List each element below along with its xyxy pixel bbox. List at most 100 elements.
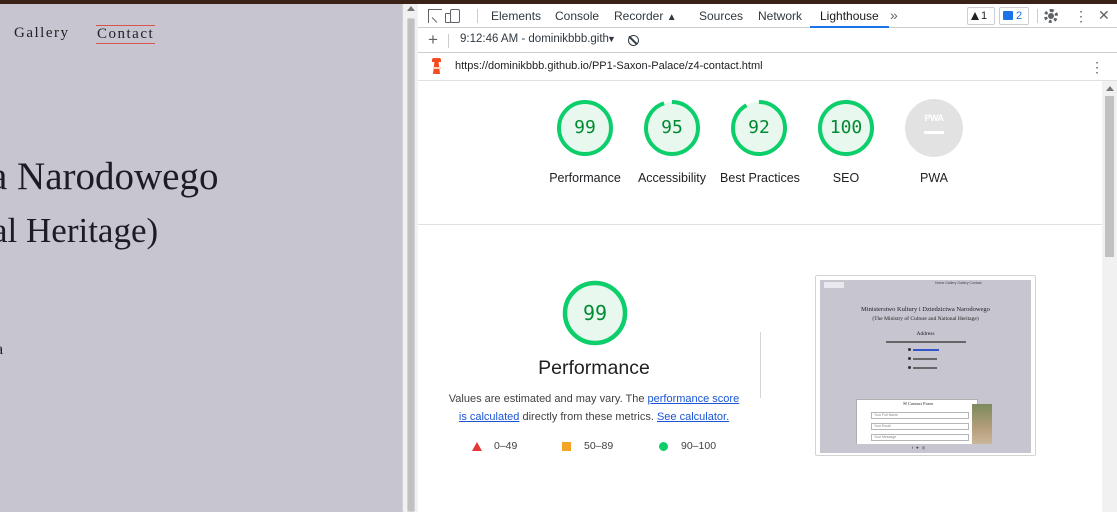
page-scrollbar[interactable] xyxy=(402,4,418,512)
messages-badge[interactable]: 2 xyxy=(999,7,1029,25)
more-options-icon[interactable]: ⋮ xyxy=(1074,8,1088,24)
thumbnail-nav: Home Gallery Gallery Contact xyxy=(935,281,982,285)
page-scrollbar-thumb[interactable] xyxy=(407,18,415,512)
thumbnail-subtitle: (The Ministry of Culture and National He… xyxy=(872,316,979,322)
warnings-badge[interactable]: 1 xyxy=(967,7,995,25)
legend-pass-range: 90–100 xyxy=(681,440,717,452)
warnings-count: 1 xyxy=(981,10,988,22)
thumbnail-phone-line xyxy=(913,358,937,360)
tab-network[interactable]: Network xyxy=(758,4,802,28)
performance-description: Values are estimated and may vary. The p… xyxy=(446,390,742,426)
gauge-accessibility-label: Accessibility xyxy=(637,171,707,185)
gauge-seo[interactable]: 100 xyxy=(817,99,875,157)
report-url-bar: https://dominikbbb.github.io/PP1-Saxon-P… xyxy=(418,53,1117,81)
flask-icon: ▲ xyxy=(666,12,677,23)
warning-icon xyxy=(971,12,979,20)
gauge-performance-label: Performance xyxy=(549,171,621,185)
thumbnail-form-title: ✉ Contact Form xyxy=(903,401,933,406)
thumbnail-footer: f ♥ ◎ xyxy=(856,444,978,453)
thumbnail-social-icons: f ♥ ◎ xyxy=(912,445,927,450)
thumbnail-address-heading: Address xyxy=(916,331,935,337)
legend-average-square-icon xyxy=(562,442,571,451)
toolbar-divider xyxy=(448,34,449,48)
hero-title-line2: al Heritage) xyxy=(0,211,159,250)
report-scroll-up-arrow-icon[interactable] xyxy=(1106,86,1114,91)
device-toolbar-icon[interactable] xyxy=(445,9,460,23)
thumbnail-email-icon xyxy=(908,348,911,351)
thumbnail-palace-image xyxy=(972,404,992,444)
clear-reports-icon[interactable] xyxy=(628,35,639,46)
thumbnail-fax-icon xyxy=(908,366,911,369)
gauge-best-practices-label: Best Practices xyxy=(720,171,800,185)
tab-sources[interactable]: Sources xyxy=(699,4,743,28)
gauge-accessibility[interactable]: 95 xyxy=(643,99,701,157)
tab-lighthouse[interactable]: Lighthouse xyxy=(810,4,889,28)
thumbnail-phone-icon xyxy=(908,357,911,360)
scroll-up-arrow-icon[interactable] xyxy=(407,6,415,11)
report-url[interactable]: https://dominikbbb.github.io/PP1-Saxon-P… xyxy=(455,60,763,72)
legend-pass-circle-icon xyxy=(659,442,668,451)
gauge-best-practices-value: 92 xyxy=(748,117,770,138)
toolbar-divider xyxy=(477,9,478,23)
thumbnail-logo xyxy=(824,282,844,288)
report-scrollbar[interactable] xyxy=(1102,81,1117,512)
final-screenshot-thumbnail[interactable]: Home Gallery Gallery Contact Ministerstw… xyxy=(815,275,1036,456)
thumbnail-field-message: Your Message xyxy=(871,434,969,441)
devtools-panel: Elements Console Recorder ▲ Sources Netw… xyxy=(418,4,1117,512)
tab-console[interactable]: Console xyxy=(555,4,599,28)
section-divider xyxy=(418,224,1102,225)
section-vertical-divider xyxy=(760,332,761,398)
see-calculator-link[interactable]: See calculator. xyxy=(657,411,729,423)
close-icon[interactable]: ✕ xyxy=(1098,7,1110,24)
lighthouse-logo-icon xyxy=(430,58,442,75)
message-icon xyxy=(1003,11,1013,20)
toolbar-divider xyxy=(1037,9,1038,23)
legend-average-range: 50–89 xyxy=(584,440,614,452)
gauge-pwa[interactable]: PWA xyxy=(905,99,963,157)
performance-big-gauge: 99 xyxy=(562,280,628,346)
gauge-best-practices[interactable]: 92 xyxy=(730,99,788,157)
report-scrollbar-thumb[interactable] xyxy=(1105,96,1114,257)
performance-section-title: Performance xyxy=(538,357,650,379)
lighthouse-toolbar: + 9:12:46 AM - dominikbbb.gith ▼ xyxy=(418,28,1117,53)
legend-fail-triangle-icon xyxy=(472,442,482,451)
hero-title-line1: a Narodowego xyxy=(0,155,219,198)
new-report-plus-icon[interactable]: + xyxy=(428,30,438,50)
thumbnail-field-name: Your Full Name xyxy=(871,412,969,419)
performance-desc-text1: Values are estimated and may vary. The xyxy=(448,393,648,405)
gauge-pwa-label: PWA xyxy=(919,171,948,185)
legend-fail-range: 0–49 xyxy=(494,440,518,452)
website-viewport: Gallery Contact a Narodowego al Heritage… xyxy=(0,4,402,512)
tab-recorder[interactable]: Recorder ▲ xyxy=(614,4,677,28)
devtools-tab-bar: Elements Console Recorder ▲ Sources Netw… xyxy=(418,4,1117,28)
tab-recorder-label: Recorder xyxy=(614,9,664,23)
performance-desc-text2: directly from these metrics. xyxy=(519,411,657,423)
lighthouse-report: 99 Performance 95 Accessibility 92 Best … xyxy=(418,81,1102,512)
chevron-down-icon[interactable]: ▼ xyxy=(607,34,616,44)
gauge-performance-value: 99 xyxy=(574,117,596,138)
thumbnail-title: Ministerstwo Kultury i Dziedzictwa Narod… xyxy=(861,306,990,313)
thumbnail-address-line xyxy=(886,341,966,343)
gauge-performance[interactable]: 99 xyxy=(556,99,614,157)
hero-text-fragment: a xyxy=(0,341,3,359)
report-selector[interactable]: 9:12:46 AM - dominikbbb.gith xyxy=(460,33,609,45)
thumbnail-page: Home Gallery Gallery Contact Ministerstw… xyxy=(820,280,1031,453)
pwa-dash-icon xyxy=(924,131,944,134)
gauge-seo-value: 100 xyxy=(829,117,863,138)
messages-count: 2 xyxy=(1016,10,1023,22)
gear-icon[interactable] xyxy=(1044,9,1058,23)
gauge-accessibility-value: 95 xyxy=(661,117,683,138)
pwa-badge-icon: PWA xyxy=(924,113,944,123)
thumbnail-email-line xyxy=(913,349,939,351)
tab-elements[interactable]: Elements xyxy=(491,4,541,28)
report-menu-icon[interactable]: ⋮ xyxy=(1090,59,1104,75)
nav-contact-link[interactable]: Contact xyxy=(96,25,156,44)
gauge-seo-label: SEO xyxy=(832,171,860,185)
thumbnail-field-email: Your Email xyxy=(871,423,969,430)
gauge-pwa-circle xyxy=(905,99,963,157)
inspect-element-icon[interactable] xyxy=(428,9,442,23)
nav-gallery-link[interactable]: Gallery xyxy=(14,25,69,42)
performance-big-gauge-value: 99 xyxy=(582,301,608,325)
more-tabs-chevron-icon[interactable]: » xyxy=(890,4,898,28)
thumbnail-fax-line xyxy=(913,367,937,369)
